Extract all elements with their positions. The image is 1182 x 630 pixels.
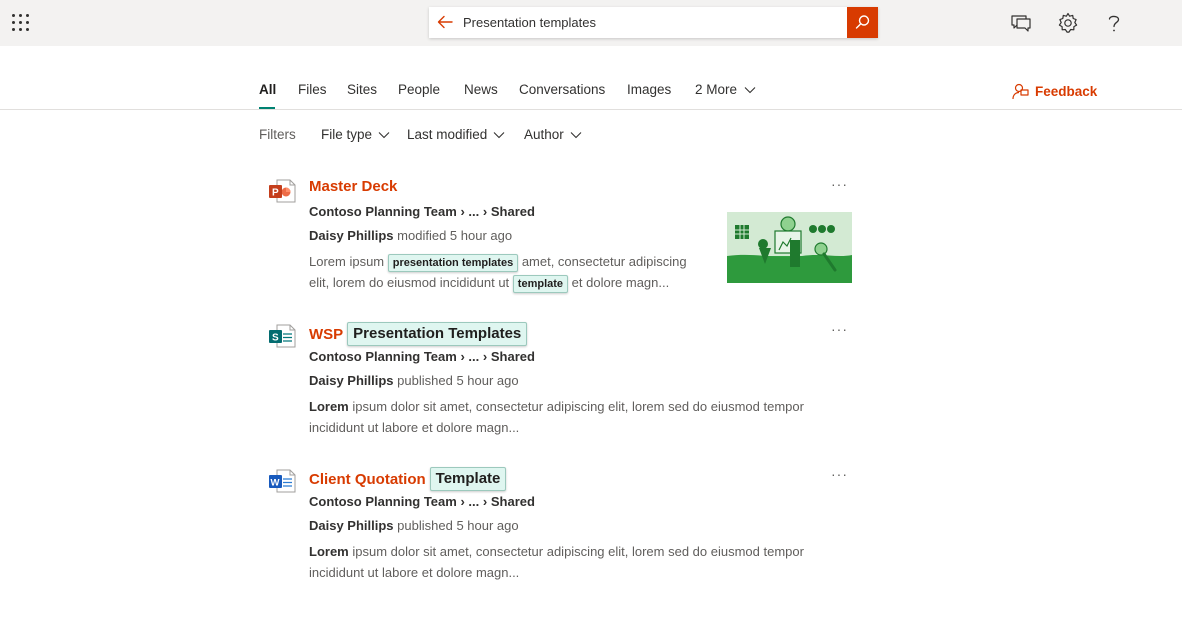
chevron-down-icon — [744, 86, 756, 93]
snippet-text: incididunt ut labore et dolore magn... — [309, 420, 520, 435]
tabs-divider — [0, 109, 1182, 110]
tab-news[interactable]: News — [464, 82, 498, 97]
search-result: W Client Quotation Template Contoso Plan… — [268, 466, 858, 588]
path-ellipsis[interactable]: ... — [468, 349, 479, 364]
author-action: modified 5 hour ago — [397, 228, 513, 243]
chat-icon[interactable] — [1009, 11, 1033, 35]
author-name[interactable]: Daisy Phillips — [309, 373, 394, 388]
search-result: S WSP Presentation Templates Contoso Pla… — [268, 321, 858, 443]
snippet-text: et dolore magn... — [571, 275, 670, 290]
path-separator: › — [460, 349, 465, 364]
snippet-highlight: presentation templates — [387, 254, 519, 272]
path-folder[interactable]: Shared — [491, 494, 535, 509]
tab-more-label: 2 More — [695, 82, 738, 97]
more-options-button[interactable]: ··· — [831, 176, 848, 192]
feedback-label: Feedback — [1035, 83, 1098, 99]
snippet-text: elit, lorem do eiusmod incididunt ut — [309, 275, 510, 290]
snippet-text: amet, consectetur adipiscing — [521, 254, 687, 269]
result-author-line: Daisy Phillips modified 5 hour ago — [309, 228, 512, 243]
result-path: Contoso Planning Team › ... › Shared — [309, 349, 535, 364]
filter-file-type-label: File type — [321, 127, 373, 142]
result-author-line: Daisy Phillips published 5 hour ago — [309, 373, 519, 388]
filter-last-modified-label: Last modified — [407, 127, 488, 142]
result-title[interactable]: WSP Presentation Templates — [309, 322, 528, 346]
result-snippet: Lorem ipsum presentation templates amet,… — [309, 251, 709, 293]
snippet-text: Lorem ipsum — [309, 254, 385, 269]
snippet-text: ipsum dolor sit amet, consectetur adipis… — [352, 544, 804, 559]
result-path: Contoso Planning Team › ... › Shared — [309, 494, 535, 509]
snippet-text: ipsum dolor sit amet, consectetur adipis… — [352, 399, 804, 414]
filter-file-type[interactable]: File type — [321, 127, 390, 142]
search-icon — [855, 15, 870, 29]
svg-text:S: S — [272, 333, 279, 344]
feedback-icon — [1012, 83, 1029, 100]
svg-text:P: P — [272, 188, 279, 199]
arrow-left-icon[interactable] — [435, 12, 455, 32]
result-snippet: Lorem ipsum dolor sit amet, consectetur … — [309, 541, 839, 583]
snippet-highlight: template — [512, 275, 569, 293]
filter-author[interactable]: Author — [524, 127, 582, 142]
path-folder[interactable]: Shared — [491, 204, 535, 219]
filter-author-label: Author — [524, 127, 564, 142]
result-snippet: Lorem ipsum dolor sit amet, consectetur … — [309, 396, 839, 438]
result-title[interactable]: Client Quotation Template — [309, 467, 507, 491]
search-input[interactable] — [463, 7, 863, 38]
feedback-button[interactable]: Feedback — [1011, 82, 1097, 100]
top-bar — [0, 0, 1182, 46]
filters-label: Filters — [259, 127, 296, 142]
search-button[interactable] — [847, 7, 878, 38]
chevron-down-icon — [493, 131, 505, 138]
author-action: published 5 hour ago — [397, 518, 519, 533]
tab-people[interactable]: People — [398, 82, 440, 97]
path-site[interactable]: Contoso Planning Team — [309, 349, 457, 364]
title-highlight: Template — [429, 467, 507, 491]
result-title-text: Client Quotation — [309, 470, 426, 488]
tab-files[interactable]: Files — [298, 82, 327, 97]
path-folder[interactable]: Shared — [491, 349, 535, 364]
app-launcher-icon[interactable] — [12, 14, 30, 32]
path-separator: › — [460, 204, 465, 219]
path-separator: › — [482, 349, 488, 364]
gear-icon[interactable] — [1056, 11, 1080, 35]
snippet-text: incididunt ut labore et dolore magn... — [309, 565, 520, 580]
tab-conversations[interactable]: Conversations — [519, 82, 605, 97]
word-file-icon: W — [268, 468, 296, 494]
svg-text:W: W — [271, 478, 280, 489]
result-thumbnail[interactable] — [727, 212, 852, 283]
author-name[interactable]: Daisy Phillips — [309, 228, 394, 243]
tab-more[interactable]: 2 More — [695, 82, 756, 97]
chevron-down-icon — [378, 131, 390, 138]
result-title[interactable]: Master Deck — [309, 178, 397, 195]
result-path: Contoso Planning Team › ... › Shared — [309, 204, 535, 219]
title-highlight: Presentation Templates — [347, 322, 528, 346]
path-site[interactable]: Contoso Planning Team — [309, 204, 457, 219]
more-options-button[interactable]: ··· — [831, 321, 848, 337]
path-ellipsis[interactable]: ... — [468, 494, 479, 509]
path-separator: › — [460, 494, 465, 509]
path-separator: › — [482, 204, 488, 219]
help-icon[interactable] — [1102, 11, 1126, 35]
path-site[interactable]: Contoso Planning Team — [309, 494, 457, 509]
result-title-text: Master Deck — [309, 178, 398, 195]
author-name[interactable]: Daisy Phillips — [309, 518, 394, 533]
search-box — [429, 7, 878, 38]
result-title-text: WSP — [309, 325, 344, 343]
tab-images[interactable]: Images — [627, 82, 671, 97]
filter-last-modified[interactable]: Last modified — [407, 127, 505, 142]
search-result: P Master Deck Contoso Planning Team › ..… — [268, 176, 858, 298]
snippet-bold: Lorem — [309, 399, 349, 414]
author-action: published 5 hour ago — [397, 373, 519, 388]
tab-all[interactable]: All — [259, 82, 276, 97]
result-author-line: Daisy Phillips published 5 hour ago — [309, 518, 519, 533]
path-separator: › — [482, 494, 488, 509]
path-ellipsis[interactable]: ... — [468, 204, 479, 219]
tab-sites[interactable]: Sites — [347, 82, 377, 97]
more-options-button[interactable]: ··· — [831, 466, 848, 482]
chevron-down-icon — [570, 131, 582, 138]
snippet-bold: Lorem — [309, 544, 349, 559]
powerpoint-file-icon: P — [268, 178, 296, 204]
sharepoint-file-icon: S — [268, 323, 296, 349]
